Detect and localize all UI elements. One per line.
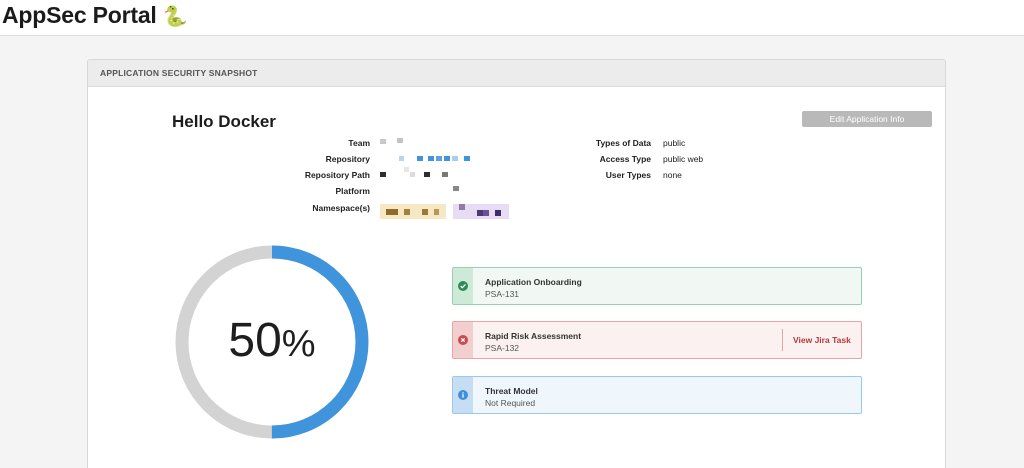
step-application-onboarding: Application Onboarding PSA-131 [452, 267, 862, 305]
types-of-data-label: Types of Data [595, 138, 651, 148]
step-rapid-risk-assessment: Rapid Risk Assessment PSA-132 View Jira … [452, 321, 862, 359]
brand-name: AppSec Portal [2, 2, 157, 28]
application-name: Hello Docker [172, 112, 276, 131]
repository-path-label: Repository Path [304, 170, 370, 180]
snake-icon: 🐍 [162, 6, 188, 28]
card-header-title: APPLICATION SECURITY SNAPSHOT [88, 60, 945, 87]
team-label: Team [348, 138, 370, 148]
info-circle-icon [458, 390, 468, 400]
step-title: Threat Model [485, 386, 538, 396]
step-divider [782, 329, 783, 351]
top-bar: AppSec Portal 🐍 [0, 0, 1024, 36]
step-threat-model: Threat Model Not Required [452, 376, 862, 414]
step-icon-box [453, 322, 473, 358]
check-circle-icon [458, 281, 468, 291]
brand-title[interactable]: AppSec Portal 🐍 [2, 2, 188, 29]
platform-label: Platform [335, 186, 370, 196]
progress-unit: % [281, 323, 316, 365]
progress-percent: 50% [173, 313, 371, 368]
repository-label: Repository [325, 154, 370, 164]
step-ticket: PSA-132 [485, 343, 520, 353]
step-title: Rapid Risk Assessment [485, 331, 582, 341]
view-jira-task-link[interactable]: View Jira Task [793, 335, 851, 345]
edit-application-info-button[interactable]: Edit Application Info [802, 111, 932, 127]
progress-number: 50 [228, 314, 282, 367]
access-type-value: public web [663, 154, 704, 164]
step-ticket: PSA-131 [485, 289, 520, 299]
step-icon-box [453, 377, 473, 413]
x-circle-icon [458, 335, 468, 345]
step-icon-box [453, 268, 473, 304]
snapshot-card: APPLICATION SECURITY SNAPSHOT Hello Dock… [87, 59, 946, 468]
step-ticket: Not Required [485, 398, 536, 408]
step-title: Application Onboarding [485, 277, 582, 287]
namespaces-label: Namespace(s) [312, 203, 370, 213]
types-of-data-value: public [663, 138, 686, 148]
access-type-label: Access Type [599, 154, 651, 164]
user-types-label: User Types [605, 170, 651, 180]
user-types-value: none [663, 170, 682, 180]
